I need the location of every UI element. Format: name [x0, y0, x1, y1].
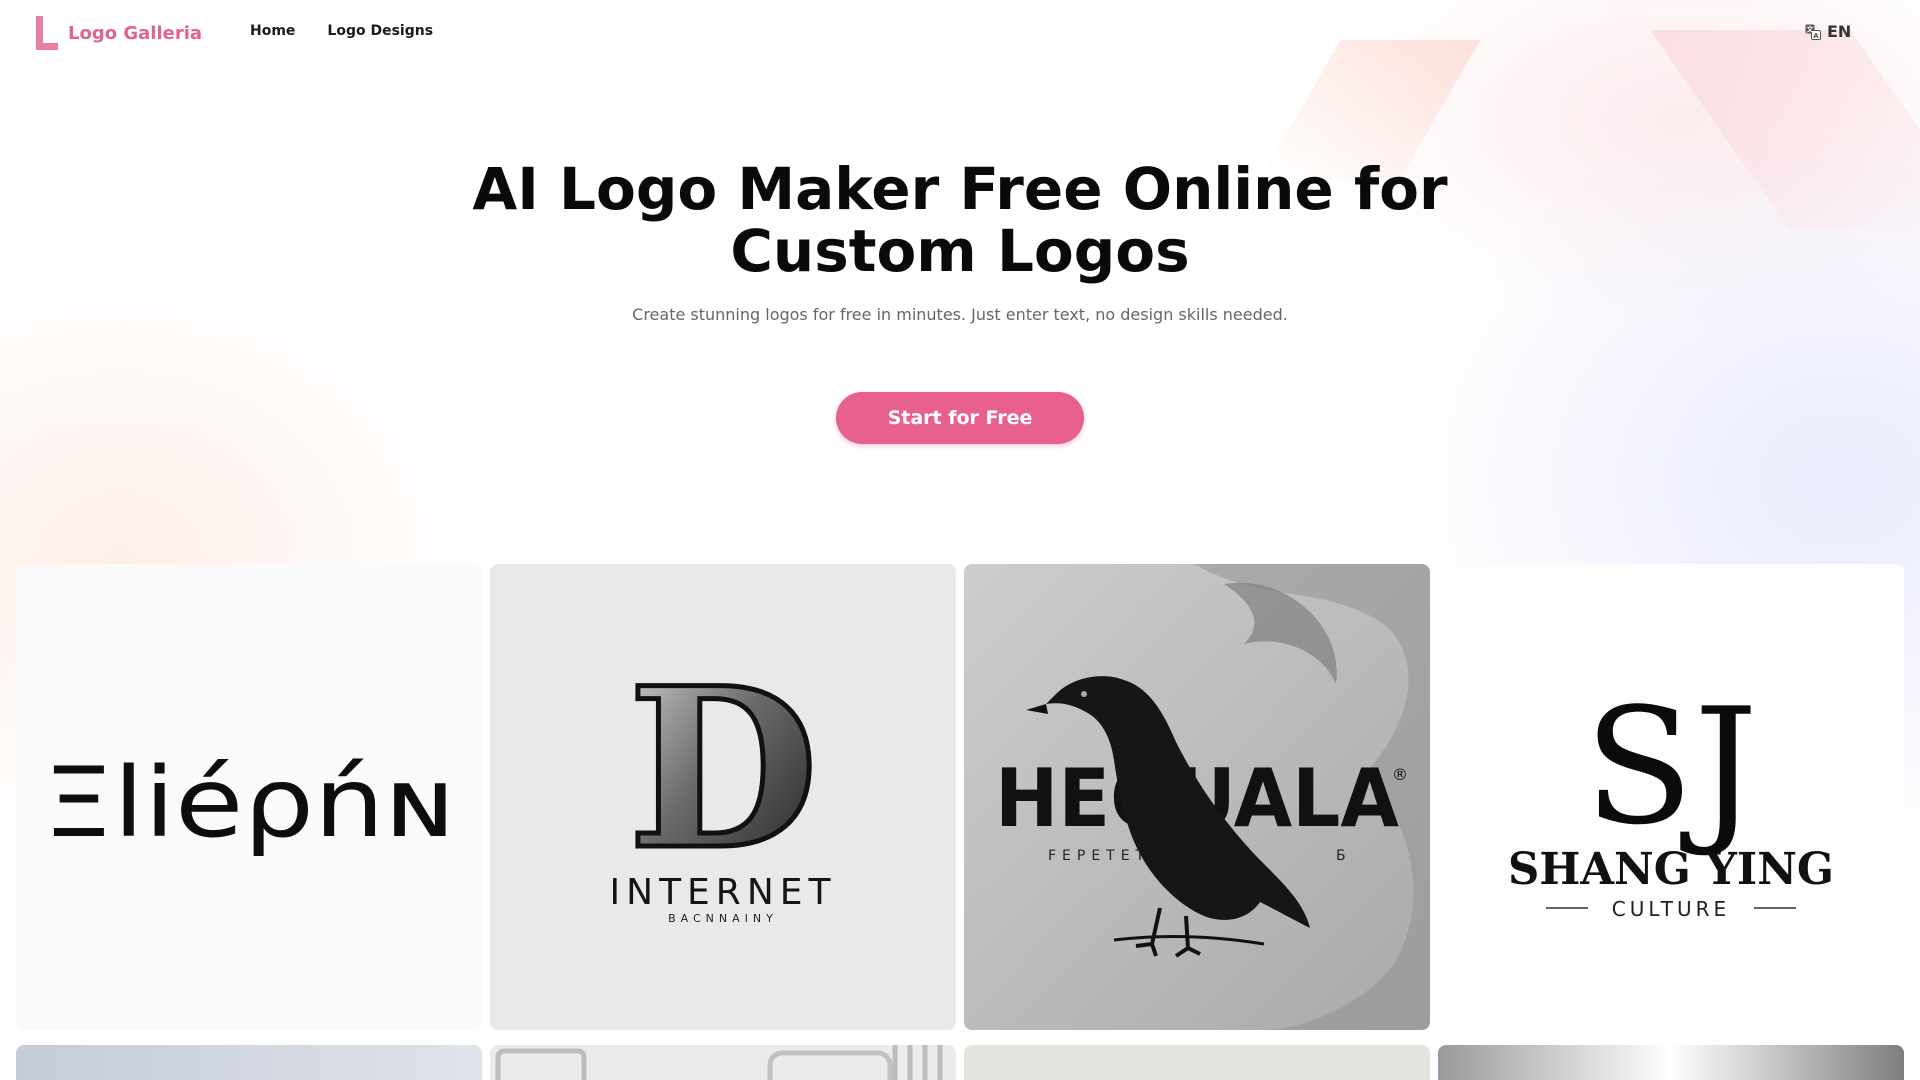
logo-letter: D — [628, 639, 819, 898]
logo-wordmark: Ξliéρńɴ — [43, 747, 455, 859]
logo-image — [495, 1045, 943, 1080]
logo-image: Ξliéρńɴ — [43, 747, 455, 859]
logo-image: SJ SHANG YING CULTURE — [1508, 673, 1834, 921]
brand-name: Logo Galleria — [68, 22, 203, 44]
logo-registered-mark: ® — [1392, 765, 1408, 784]
logo-card-4[interactable]: SJ SHANG YING CULTURE — [1438, 564, 1904, 1030]
logo-wordmark: INTERNET — [610, 872, 837, 913]
language-selector[interactable]: 文 A EN — [1805, 22, 1851, 41]
language-label: EN — [1827, 22, 1852, 41]
translate-icon: 文 A — [1805, 24, 1821, 40]
logo-card-3[interactable]: HEQUALA ® FEPETETE Б — [964, 564, 1430, 1030]
brand-l-icon — [36, 16, 58, 50]
main-nav: Home Logo Designs — [250, 23, 433, 39]
logo-tagline: BACNNAINY — [668, 912, 778, 925]
nav-logo-designs-link[interactable]: Logo Designs — [327, 23, 433, 39]
hero-title: AI Logo Maker Free Online for Custom Log… — [472, 155, 1448, 285]
logo-card-5[interactable] — [16, 1045, 482, 1080]
site-header: Logo Galleria Home Logo Designs 文 A EN — [0, 0, 1920, 66]
page: Logo Galleria Home Logo Designs 文 A EN A… — [0, 0, 1920, 1080]
logo-image: HEQUALA ® FEPETETE Б — [995, 564, 1430, 1030]
logo-image: D INTERNET BACNNAINY — [610, 637, 837, 926]
logo-tagline-end: Б — [1336, 848, 1346, 864]
logo-card-7[interactable] — [964, 1045, 1430, 1080]
logo-monogram: SJ — [1584, 673, 1758, 860]
hero-subtitle: Create stunning logos for free in minute… — [632, 305, 1288, 324]
logo-tagline: CULTURE — [1612, 897, 1730, 921]
logo-wordmark: SHANG YING — [1508, 844, 1834, 895]
svg-text:A: A — [1813, 32, 1819, 40]
logo-card-2[interactable]: D INTERNET BACNNAINY — [490, 564, 956, 1030]
nav-home-link[interactable]: Home — [250, 23, 295, 39]
start-for-free-button[interactable]: Start for Free — [836, 392, 1084, 444]
logo-card-1[interactable]: Ξliéρńɴ — [16, 564, 482, 1030]
logo-card-8[interactable] — [1438, 1045, 1904, 1080]
logo-card-6[interactable] — [490, 1045, 956, 1080]
brand-logo-link[interactable]: Logo Galleria — [36, 16, 202, 50]
